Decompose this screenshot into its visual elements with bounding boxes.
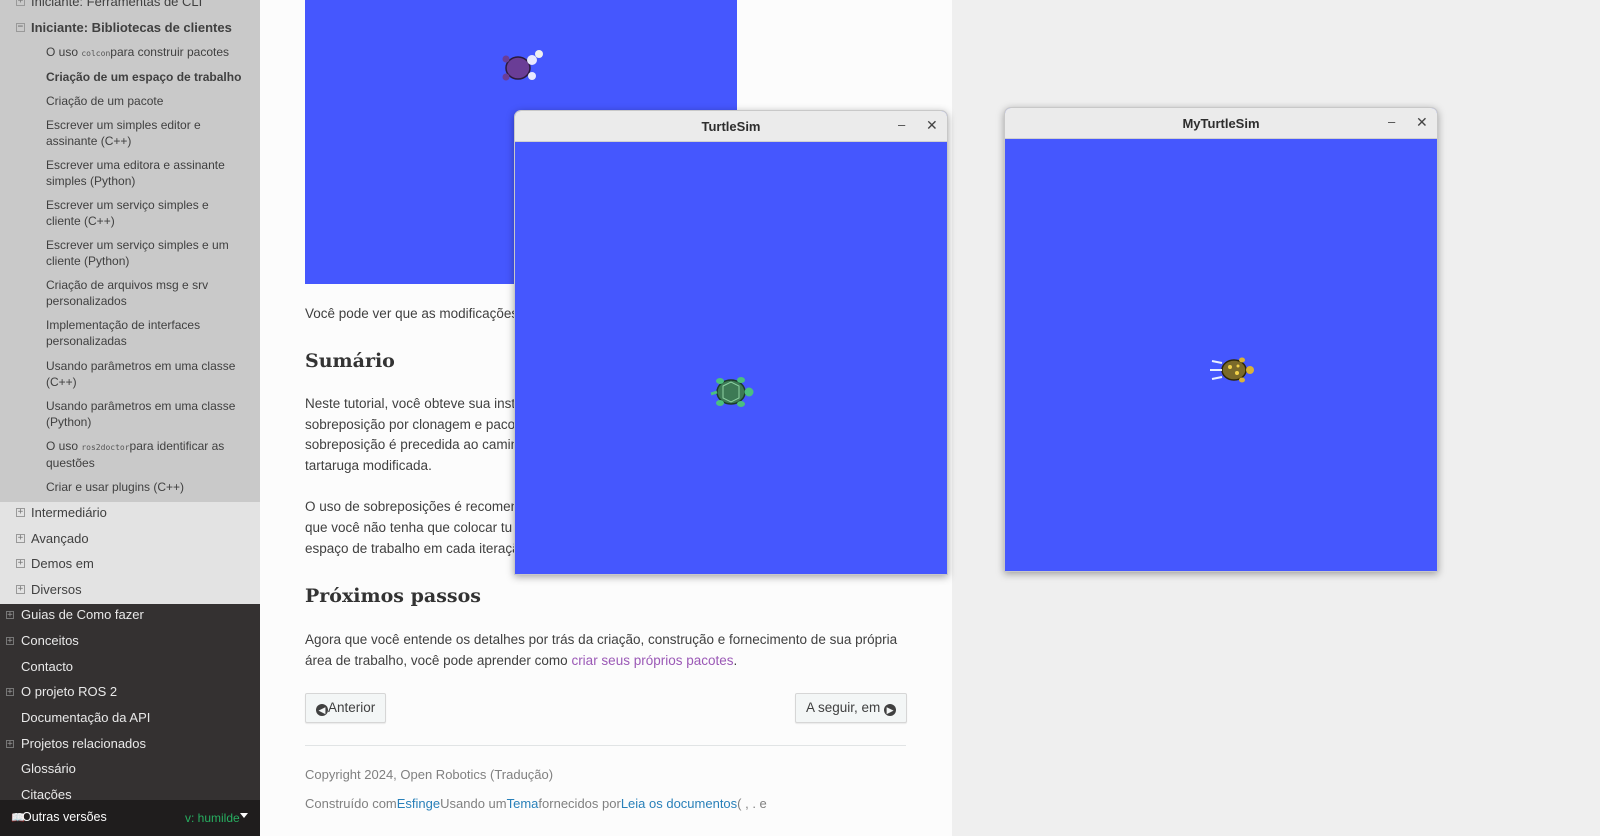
next-steps-line: Agora que você entende os detalhes por t… xyxy=(305,632,898,647)
copyright: Copyright 2024, Open Robotics (Tradução) xyxy=(305,767,554,782)
sidebar: + Iniciante: Ferramentas de CLI − Inicia… xyxy=(0,0,260,836)
window-titlebar[interactable]: MyTurtleSim – ✕ xyxy=(1005,108,1437,139)
close-button[interactable]: ✕ xyxy=(1416,114,1428,131)
arrow-right-circle-icon: ▶ xyxy=(884,704,897,716)
summary-line: O uso de sobreposições é recomen xyxy=(305,499,519,514)
summary-heading: Sumário xyxy=(305,350,395,372)
expand-icon[interactable]: + xyxy=(6,637,14,646)
summary-line: que você não tenha que colocar tu xyxy=(305,520,513,535)
footer-built-with: Construído comEsfingeUsando umTemafornec… xyxy=(305,796,767,811)
sidebar-item-glossary[interactable]: Glossário xyxy=(0,761,260,779)
sidebar-item-project[interactable]: + O projeto ROS 2 xyxy=(0,684,260,702)
expand-icon[interactable]: + xyxy=(6,611,14,620)
myturtlesim-window[interactable]: MyTurtleSim – ✕ xyxy=(1004,107,1438,572)
caret-down-icon xyxy=(240,813,248,818)
summary-line: espaço de trabalho em cada iteraçã xyxy=(305,541,520,556)
sidebar-item-api-docs[interactable]: Documentação da API xyxy=(0,710,260,728)
window-titlebar[interactable]: TurtleSim – ✕ xyxy=(515,111,947,142)
sidebar-item-cli-tools[interactable]: + Iniciante: Ferramentas de CLI xyxy=(0,0,260,10)
sidebar-item-demos[interactable]: + Demos em xyxy=(0,556,260,574)
expand-icon[interactable]: + xyxy=(16,0,25,6)
versions-selector[interactable]: 📖 Outras versões v: humilde xyxy=(0,800,260,836)
sidebar-item-contact[interactable]: Contacto xyxy=(0,659,260,677)
next-steps-heading: Próximos passos xyxy=(305,585,481,607)
summary-line: sobreposição é precedida ao camin xyxy=(305,437,519,452)
next-button[interactable]: A seguir, em ▶ xyxy=(795,693,908,723)
expand-icon[interactable]: + xyxy=(16,508,25,517)
minimize-button[interactable]: – xyxy=(898,117,905,132)
close-button[interactable]: ✕ xyxy=(926,117,938,134)
turtle-icon xyxy=(710,377,754,407)
minimize-button[interactable]: – xyxy=(1388,114,1395,129)
expand-icon[interactable]: + xyxy=(16,534,25,543)
expand-icon[interactable]: + xyxy=(16,585,25,594)
expand-icon[interactable]: + xyxy=(16,559,25,568)
arrow-left-circle-icon: ◀ xyxy=(316,704,328,716)
previous-button[interactable]: ◀ Anterior xyxy=(305,693,387,723)
sidebar-item-related[interactable]: + Projetos relacionados xyxy=(0,736,260,754)
inline-code: colcon xyxy=(81,49,111,58)
collapse-icon[interactable]: − xyxy=(16,23,25,32)
summary-line: sobreposição por clonagem e paco xyxy=(305,417,516,432)
create-packages-link[interactable]: criar seus próprios pacotes xyxy=(571,653,733,668)
divider xyxy=(305,745,906,746)
sidebar-item-intermediate[interactable]: + Intermediário xyxy=(0,505,260,523)
sphinx-link[interactable]: Esfinge xyxy=(397,796,440,811)
sidebar-item-misc[interactable]: + Diversos xyxy=(0,582,260,600)
inline-code: ros2doctor xyxy=(81,443,130,452)
turtlesim-window[interactable]: TurtleSim – ✕ xyxy=(514,110,948,575)
summary-line: tartaruga modificada. xyxy=(305,458,432,473)
sidebar-item-advanced[interactable]: + Avançado xyxy=(0,531,260,549)
expand-icon[interactable]: + xyxy=(6,688,14,697)
window-title: MyTurtleSim xyxy=(1182,116,1260,131)
sidebar-item-client-libraries[interactable]: − Iniciante: Bibliotecas de clientes xyxy=(0,20,260,38)
sidebar-item-concepts[interactable]: + Conceitos xyxy=(0,633,260,651)
version-value: v: humilde xyxy=(185,811,240,825)
expand-icon[interactable]: + xyxy=(6,740,14,749)
read-the-docs-link[interactable]: Leia os documentos xyxy=(621,796,737,811)
window-title: TurtleSim xyxy=(701,119,761,134)
summary-line: Neste tutorial, você obteve sua inst xyxy=(305,396,516,411)
paragraph-partial: Você pode ver que as modificações xyxy=(305,306,519,321)
turtle-icon xyxy=(1210,357,1254,383)
theme-link[interactable]: Tema xyxy=(507,796,539,811)
next-steps-line: área de trabalho, você pode aprender com… xyxy=(305,653,738,668)
sidebar-item-howto[interactable]: + Guias de Como fazer xyxy=(0,607,260,625)
